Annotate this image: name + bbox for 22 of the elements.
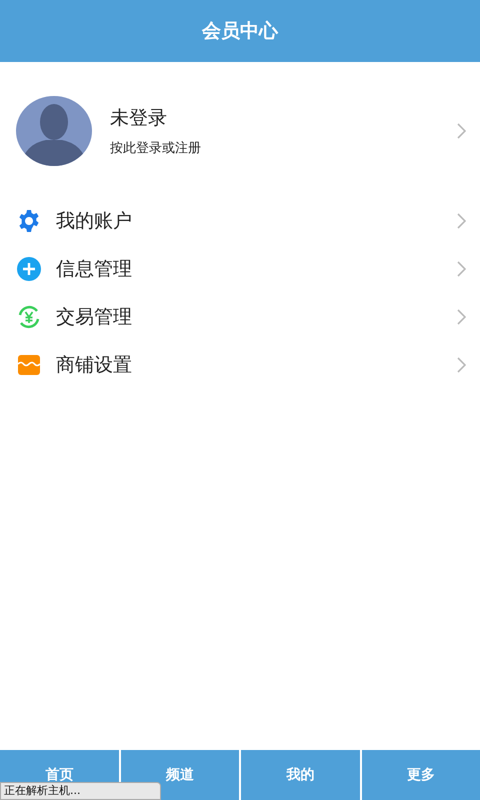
yen-cycle-icon [17, 305, 41, 329]
plus-icon [17, 257, 41, 281]
page-title: 会员中心 [202, 19, 278, 44]
chevron-icon [457, 309, 466, 325]
login-hint: 按此登录或注册 [110, 140, 202, 157]
menu-label: 我的账户 [56, 209, 133, 234]
menu-item[interactable]: 信息管理 [0, 245, 480, 293]
chevron-icon [457, 261, 466, 277]
menu-item[interactable]: 商铺设置 [0, 341, 480, 389]
gear-icon [17, 209, 41, 233]
shop-icon [17, 353, 41, 377]
chevron-icon [457, 123, 466, 139]
menu-item[interactable]: 我的账户 [0, 197, 480, 245]
login-row[interactable]: 未登录 按此登录或注册 [0, 62, 480, 166]
menu-label: 信息管理 [56, 257, 133, 282]
menu-item[interactable]: 交易管理 [0, 293, 480, 341]
status-tooltip: 正在解析主机... [0, 782, 161, 800]
login-status: 未登录 [110, 106, 168, 131]
chevron-icon [457, 213, 466, 229]
chevron-icon [457, 357, 466, 373]
menu-label: 商铺设置 [56, 353, 133, 378]
menu-label: 交易管理 [56, 305, 133, 330]
